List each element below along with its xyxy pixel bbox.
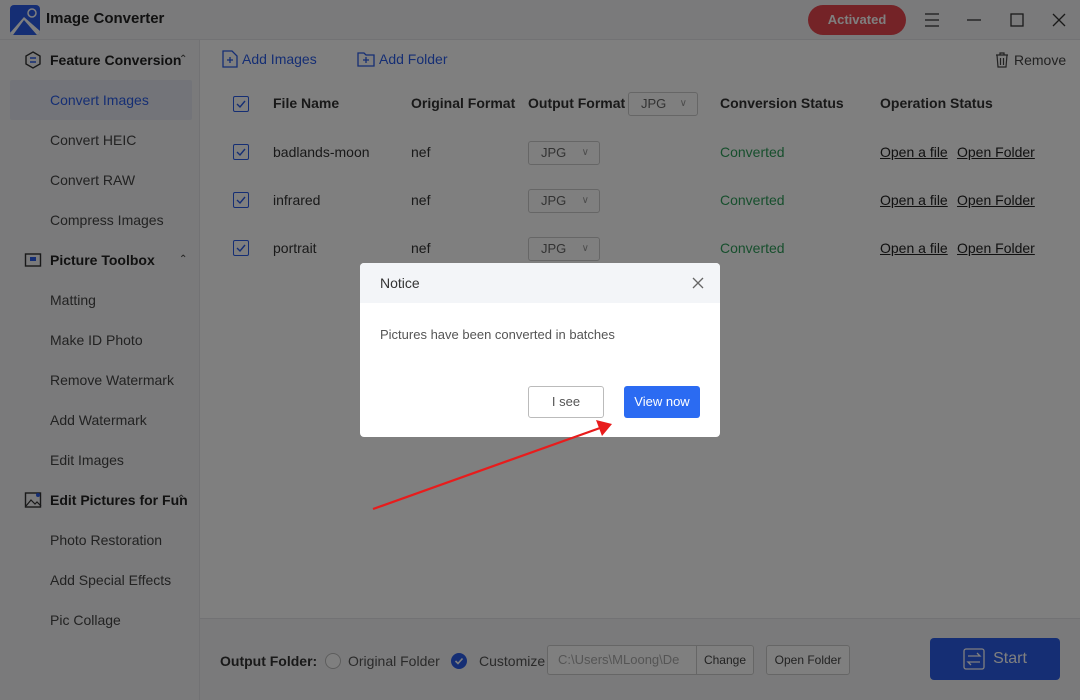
dialog-title: Notice [380, 275, 420, 291]
notice-dialog: Notice Pictures have been converted in b… [360, 263, 720, 437]
view-now-button[interactable]: View now [624, 386, 700, 418]
dialog-message: Pictures have been converted in batches [380, 327, 615, 342]
dialog-header: Notice [360, 263, 720, 303]
close-icon[interactable] [690, 275, 706, 291]
i-see-button[interactable]: I see [528, 386, 604, 418]
